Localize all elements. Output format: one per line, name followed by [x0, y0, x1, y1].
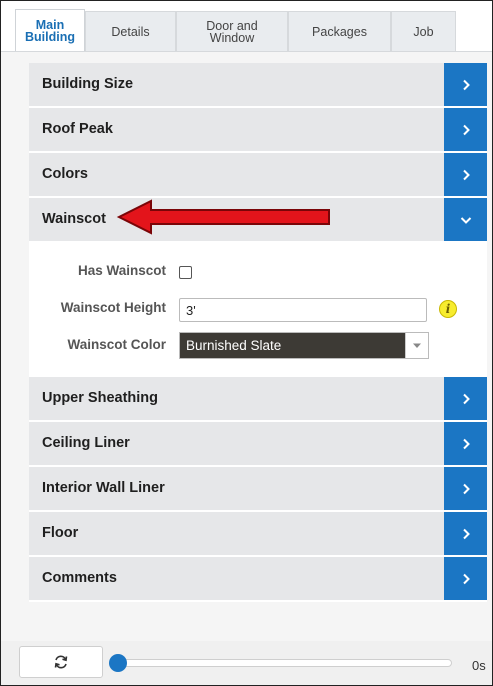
playback-bar: 0s — [1, 641, 492, 685]
chevron-right-icon — [462, 528, 470, 539]
tab-details[interactable]: Details — [85, 11, 176, 51]
tab-divider — [1, 51, 492, 52]
expand-button[interactable] — [444, 377, 487, 420]
refresh-button[interactable] — [19, 646, 103, 678]
expand-button[interactable] — [444, 108, 487, 151]
section-label: Floor — [42, 525, 79, 541]
section-label: Ceiling Liner — [42, 435, 130, 451]
chevron-right-icon — [462, 438, 470, 449]
time-label: 0s — [472, 658, 486, 673]
wainscot-height-label: Wainscot Height — [60, 300, 166, 315]
chevron-right-icon — [462, 393, 470, 404]
info-icon[interactable]: i — [439, 300, 457, 318]
section-label: Comments — [42, 570, 117, 586]
caret-down-icon — [413, 343, 421, 348]
expand-button[interactable] — [444, 557, 487, 600]
tab-bar: Main Building Details Door and Window Pa… — [1, 1, 492, 52]
section-label: Colors — [42, 166, 88, 182]
app-frame: Main Building Details Door and Window Pa… — [0, 0, 493, 686]
section-label: Roof Peak — [42, 121, 113, 137]
collapse-button[interactable] — [444, 198, 487, 241]
time-slider-track[interactable] — [116, 659, 452, 667]
chevron-right-icon — [462, 169, 470, 180]
annotation-arrow-icon — [116, 199, 330, 235]
refresh-icon — [54, 655, 68, 669]
section-ceiling-liner[interactable]: Ceiling Liner — [29, 422, 487, 467]
section-floor[interactable]: Floor — [29, 512, 487, 557]
section-label: Wainscot — [42, 211, 106, 227]
expand-button[interactable] — [444, 467, 487, 510]
section-interior-wall-liner[interactable]: Interior Wall Liner — [29, 467, 487, 512]
chevron-right-icon — [462, 79, 470, 90]
section-building-size[interactable]: Building Size — [29, 63, 487, 108]
expand-button[interactable] — [444, 512, 487, 555]
wainscot-height-input[interactable]: 3' — [179, 298, 427, 322]
chevron-right-icon — [462, 573, 470, 584]
time-slider-thumb[interactable] — [109, 654, 127, 672]
tab-main-building[interactable]: Main Building — [15, 9, 85, 52]
expand-button[interactable] — [444, 422, 487, 465]
section-label: Building Size — [42, 76, 134, 92]
accordion-panel: Building Size Roof Peak Colors Wainscot — [29, 63, 487, 602]
section-label: Upper Sheathing — [42, 390, 159, 406]
chevron-right-icon — [462, 483, 470, 494]
wainscot-color-label: Wainscot Color — [67, 337, 166, 352]
select-value: Burnished Slate — [186, 338, 282, 353]
section-colors[interactable]: Colors — [29, 153, 487, 198]
expand-button[interactable] — [444, 63, 487, 106]
section-roof-peak[interactable]: Roof Peak — [29, 108, 487, 153]
has-wainscot-label: Has Wainscot — [77, 263, 166, 278]
wainscot-color-select[interactable]: Burnished Slate — [179, 332, 429, 359]
wainscot-fields: Has Wainscot Wainscot Height 3' i Wainsc… — [29, 243, 487, 377]
has-wainscot-checkbox[interactable] — [179, 266, 192, 279]
tab-packages[interactable]: Packages — [288, 11, 391, 51]
section-label: Interior Wall Liner — [42, 480, 165, 496]
section-upper-sheathing[interactable]: Upper Sheathing — [29, 377, 487, 422]
tab-job[interactable]: Job — [391, 11, 456, 51]
tab-door-and-window[interactable]: Door and Window — [176, 11, 288, 51]
expand-button[interactable] — [444, 153, 487, 196]
select-arrow[interactable] — [405, 333, 428, 358]
chevron-down-icon — [460, 216, 471, 224]
chevron-right-icon — [462, 124, 470, 135]
section-comments[interactable]: Comments — [29, 557, 487, 602]
